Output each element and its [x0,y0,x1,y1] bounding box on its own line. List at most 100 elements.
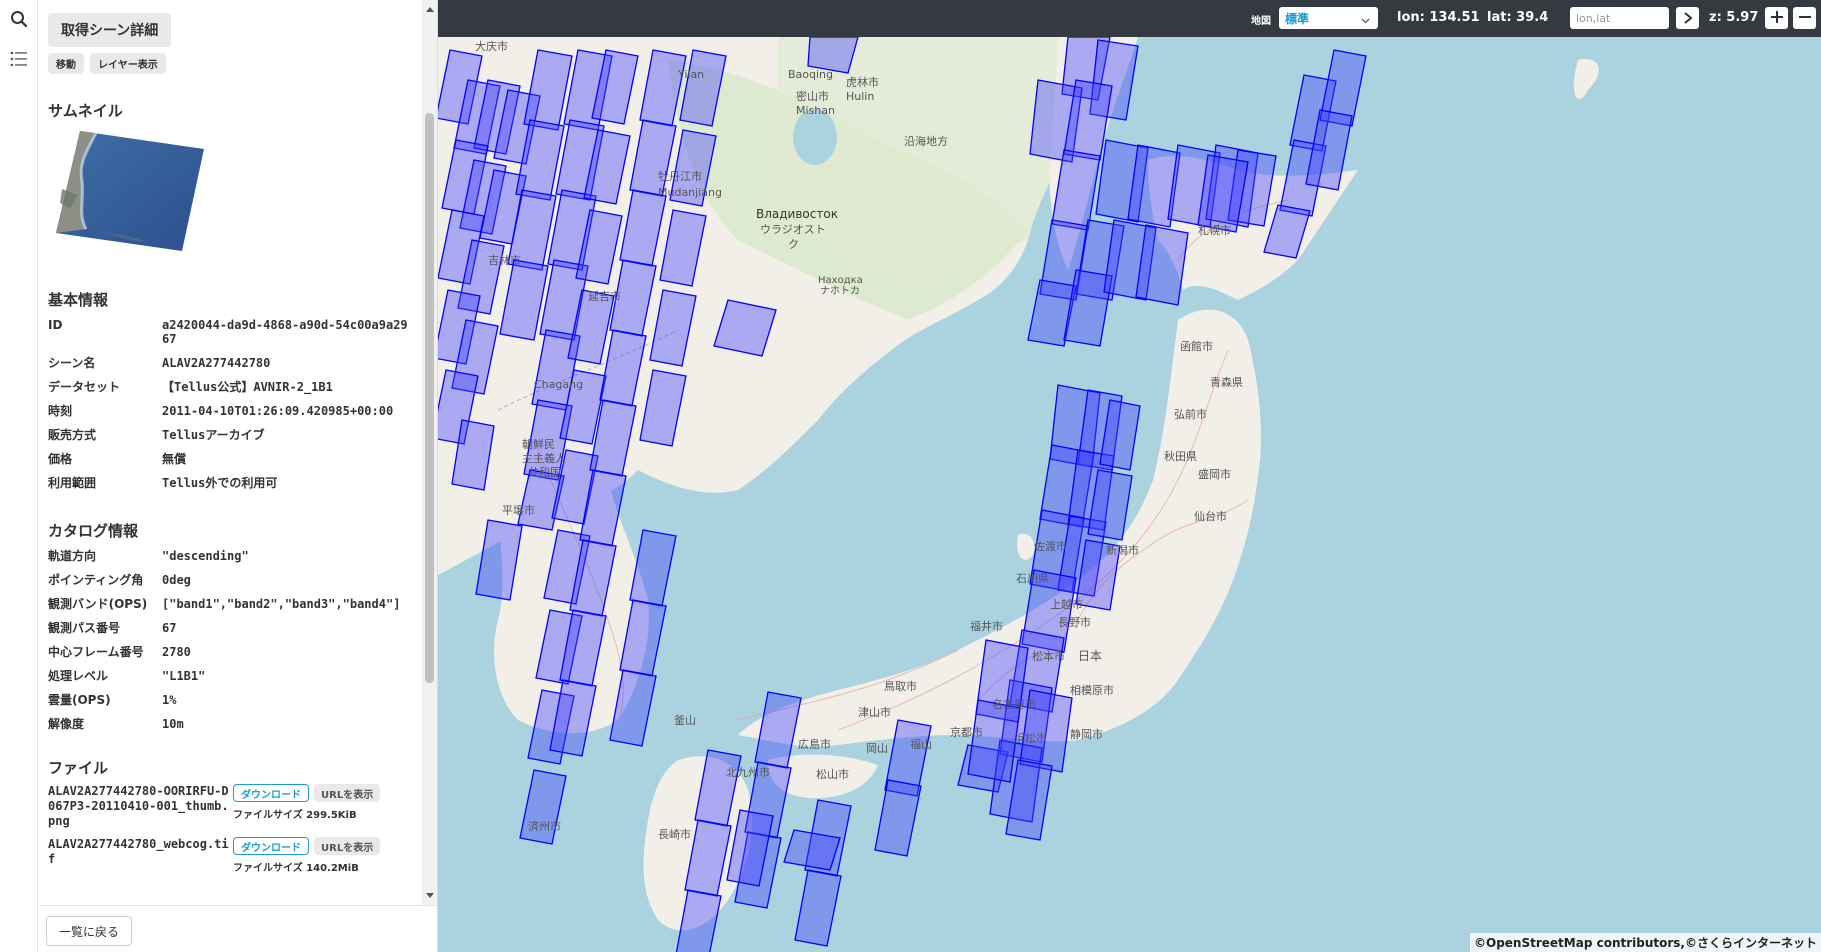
map-label: 津山市 [858,705,891,719]
map-label: 弘前市 [1174,407,1207,421]
catalog-row-pointing: ポインティング角 0deg [48,573,191,587]
info-row-usage: 利用範囲 Tellus外での利用可 [48,476,278,490]
chevron-down-icon [1361,13,1370,27]
map-label: 仙台市 [1194,509,1227,523]
map-type-value: 標準 [1285,12,1310,26]
show-url-button[interactable]: URLを表示 [314,784,381,802]
map-label: 福井市 [970,619,1003,633]
scene-detail-panel: 取得シーン詳細 移動 レイヤー表示 サムネイル 基本情報 ID a2420044… [39,0,422,905]
zoom-in-button[interactable] [1765,7,1788,29]
map-label: 浜松市 [1014,731,1047,745]
map-label: 静岡市 [1070,727,1103,741]
map-label: 青森県 [1210,375,1243,389]
map-toolbar: 地図 標準 lon: 134.51 lat: 39.4 z: 5.97 [438,0,1821,37]
map-label: 主主義人 [522,451,566,465]
panel-scrollbar[interactable] [422,0,437,905]
map-label: 相模原市 [1070,683,1114,697]
scroll-up-icon[interactable] [426,7,434,12]
catalog-row-orbit: 軌道方向 "descending" [48,549,249,563]
map-label: Yilan [677,68,704,81]
search-icon[interactable] [0,2,37,36]
footprint[interactable] [783,829,841,871]
basic-info-heading: 基本情報 [48,291,109,309]
map-label: 新潟市 [1106,543,1139,557]
file-item: ALAV2A277442780_webcog.tif ダウンロード URLを表示… [48,837,412,874]
map-label: 福山 [910,737,932,751]
map-label: Владивосток [756,207,838,221]
catalog-info-list: 軌道方向 "descending" ポインティング角 0deg 観測バンド(OPS)… [48,549,412,731]
catalog-info-heading: カタログ情報 [48,522,139,540]
file-name: ALAV2A277442780_webcog.tif [48,837,229,866]
go-to-coordinate-button[interactable] [1676,7,1699,29]
scroll-down-icon[interactable] [426,893,434,898]
minus-icon [1798,9,1812,28]
map-label: ク [788,238,799,251]
arrow-right-icon [1683,9,1693,28]
longitude-readout: lon: 134.51 [1397,10,1480,25]
map-label: 牡丹江市 [658,169,702,183]
map-label: 長野市 [1058,615,1091,629]
map-label: Mishan [796,104,835,117]
catalog-row-cloud: 雲量(OPS) 1% [48,693,177,707]
map-label: 済州市 [528,819,561,833]
map-label: 松山市 [816,767,849,781]
map-label: Chagang [534,378,583,391]
info-row-scene-name: シーン名 ALAV2A277442780 [48,356,271,370]
panel-footer: 一覧に戻る [39,905,437,952]
layer-display-button[interactable]: レイヤー表示 [90,53,166,74]
download-button[interactable]: ダウンロード [233,784,309,802]
file-size: ファイルサイズ 140.2MiB [233,863,359,874]
plus-icon [1770,9,1784,28]
footprint[interactable] [1135,224,1189,306]
move-button[interactable]: 移動 [48,53,84,74]
coordinate-input[interactable] [1570,7,1669,29]
file-list: ALAV2A277442780-OORIRFU-D067P3-20110410-… [48,784,412,874]
map-label: 岡山 [866,742,888,755]
catalog-row-frame: 中心フレーム番号 2780 [48,645,191,659]
map-label: 函館市 [1180,339,1213,353]
file-item: ALAV2A277442780-OORIRFU-D067P3-20110410-… [48,784,412,829]
list-icon[interactable] [0,42,37,76]
map-label: 平壌市 [502,503,535,517]
info-row-time: 時刻 2011-04-10T01:26:09.420985+00:00 [48,404,394,418]
map-label: 沿海地方 [904,134,948,148]
map-label: 共和国 [528,466,561,479]
map-label: 上越市 [1050,597,1083,611]
map-label: Находка [818,275,863,286]
map-label: 秋田県 [1164,449,1197,463]
info-row-dataset: データセット 【Tellus公式】AVNIR-2_1B1 [48,380,333,394]
map-label: 盛岡市 [1198,467,1231,481]
map-label: 長崎市 [658,827,691,841]
map-type-select[interactable]: 標準 [1279,7,1378,29]
scene-detail-button[interactable]: 取得シーン詳細 [48,13,172,47]
catalog-row-path: 観測パス番号 67 [48,621,177,635]
files-heading: ファイル [48,759,109,777]
map-label: 北九州市 [726,765,770,779]
zoom-out-button[interactable] [1793,7,1816,29]
map-label: 延吉市 [588,289,621,303]
map-label: Baoqing [788,68,833,81]
lake-khanka [793,109,837,165]
map-canvas[interactable]: 大庆市 Yilan Baoqing 虎林市 Hulin 密山市 Mishan 沿… [438,0,1821,952]
map-label: 石川県 [1016,572,1049,585]
zoom-readout: z: 5.97 [1709,10,1759,25]
map-label: 鳥取市 [884,679,917,693]
file-size: ファイルサイズ 299.5KiB [233,810,357,821]
map-label: ウラジオスト [760,223,826,236]
show-url-button[interactable]: URLを表示 [314,837,381,855]
icon-rail [0,0,38,952]
download-button[interactable]: ダウンロード [233,837,309,855]
scrollbar-thumb[interactable] [425,113,434,683]
map-label: 吉林市 [488,253,521,267]
file-name: ALAV2A277442780-OORIRFU-D067P3-20110410-… [48,784,229,828]
info-row-price: 価格 無償 [48,452,187,466]
map-label: Mudanjiang [658,186,722,199]
footprint[interactable] [967,699,1021,783]
map-label: ナホトカ [820,285,860,297]
map-label: 朝鮮民 [522,437,555,451]
map-label: 密山市 [796,89,829,103]
map-label: 名古屋市 [992,697,1036,711]
back-to-list-button[interactable]: 一覧に戻る [46,916,133,946]
basic-info-list: ID a2420044-da9d-4868-a90d-54c00a9a2967 シ… [48,318,412,490]
map-view[interactable]: 大庆市 Yilan Baoqing 虎林市 Hulin 密山市 Mishan 沿… [438,0,1821,952]
